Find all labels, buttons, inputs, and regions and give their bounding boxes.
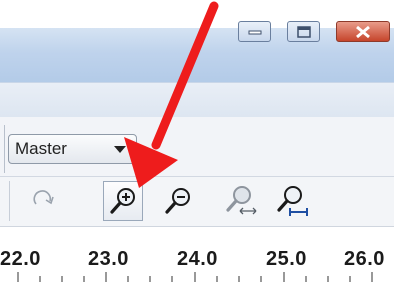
- ruler-label: 23.0: [88, 248, 129, 270]
- zoom-selection-button[interactable]: [272, 181, 312, 221]
- zoom-selection-icon: [277, 186, 308, 216]
- ruler-label: 26.0: [344, 248, 385, 270]
- zoom-in-button[interactable]: [103, 181, 143, 221]
- ruler-label: 24.0: [177, 248, 218, 270]
- window-titlebar: [0, 28, 394, 82]
- zoom-fit-button[interactable]: [221, 181, 261, 221]
- maximize-button[interactable]: [287, 21, 320, 42]
- chevron-down-icon: [114, 146, 126, 153]
- close-button[interactable]: [336, 21, 390, 42]
- ruler-label: 22.0: [0, 248, 41, 270]
- close-icon: [356, 25, 370, 38]
- zoom-out-icon: [165, 188, 190, 214]
- minimize-icon: [248, 30, 261, 34]
- master-selector-value: Master: [15, 139, 67, 158]
- redo-button[interactable]: [24, 181, 64, 221]
- maximize-icon: [296, 25, 311, 38]
- ruler-tick-marks: [17, 272, 373, 282]
- redo-icon: [33, 190, 54, 205]
- master-selector[interactable]: Master: [8, 134, 137, 164]
- minimize-button[interactable]: [238, 21, 271, 42]
- toolbar-separator: [9, 181, 10, 221]
- toolbar-separator: [0, 125, 5, 173]
- ruler-label: 25.0: [266, 248, 307, 270]
- zoom-fit-icon: [226, 186, 257, 215]
- menu-bar: [0, 82, 394, 118]
- zoom-in-icon: [110, 188, 135, 214]
- zoom-out-button[interactable]: [158, 181, 198, 221]
